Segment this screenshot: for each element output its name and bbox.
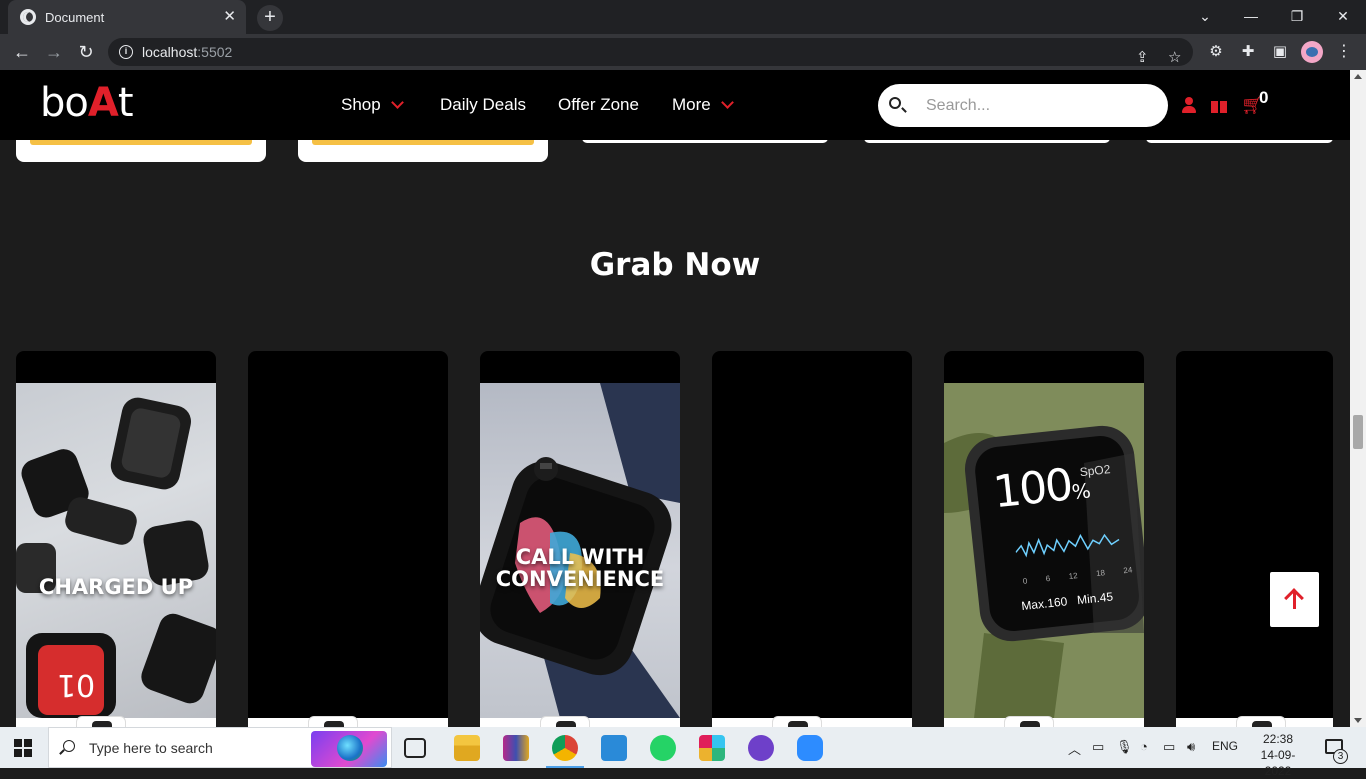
clock-time: 22:38 (1262, 732, 1294, 746)
video-card[interactable]: 100% SpO2 0 6 12 18 24 Max.160 Min.45 (944, 351, 1144, 727)
product-card-bottom (16, 140, 266, 162)
new-tab-button[interactable]: + (257, 5, 283, 31)
address-bar[interactable]: i localhost:5502 ⇪ ☆ (108, 38, 1193, 66)
page-scrollbar[interactable] (1350, 70, 1366, 727)
nav-more-label: More (672, 95, 711, 114)
extension-gear-icon[interactable]: ⚙ (1206, 42, 1226, 62)
meet-now-icon[interactable]: ▭ (1092, 739, 1104, 755)
side-panel-icon[interactable]: ▣ (1270, 42, 1290, 62)
search-highlight-image (311, 731, 387, 767)
profile-avatar[interactable] (1301, 41, 1323, 63)
watch-axis: 0 6 12 18 24 (1022, 565, 1133, 586)
share-icon[interactable]: ⇪ (1136, 44, 1149, 72)
page-viewport: boAt Shop Daily Deals Offer Zone More 🛒︎… (0, 70, 1350, 727)
video-caption-line2: CONVENIENCE (495, 567, 665, 591)
restore-button[interactable]: ❐ (1274, 0, 1320, 34)
site-navbar: boAt Shop Daily Deals Offer Zone More 🛒︎… (0, 70, 1350, 140)
taskbar-search[interactable]: Type here to search (48, 727, 392, 768)
whatsapp-icon[interactable] (650, 735, 676, 761)
browser-toolbar: ← → ↻ i localhost:5502 ⇪ ☆ ⚙ ✚ ▣ ⋮ (0, 34, 1366, 70)
reload-icon[interactable]: ↻ (73, 39, 99, 65)
minimize-button[interactable]: — (1228, 0, 1274, 34)
slack-icon[interactable] (699, 735, 725, 761)
smartwatch-image: 01 (16, 383, 216, 718)
microphone-icon[interactable]: 🎙︎ (1116, 739, 1133, 755)
scrollbar-thumb[interactable] (1353, 415, 1363, 449)
chevron-down-icon (720, 95, 734, 109)
browser-tab[interactable]: Document ✕ (8, 0, 246, 34)
search-box (878, 84, 1168, 127)
notification-count: 3 (1333, 749, 1348, 764)
vscode-icon[interactable] (601, 735, 627, 761)
url-port: :5502 (197, 44, 233, 60)
clock-date: 14-09-2022 (1260, 748, 1296, 778)
section-heading: Grab Now (589, 247, 761, 283)
zoom-icon[interactable] (797, 735, 823, 761)
watch-min: Min.45 (1076, 589, 1114, 608)
url-host: localhost (142, 44, 198, 60)
boat-logo[interactable]: boAt (40, 80, 134, 126)
watch-label: SpO2 (1079, 462, 1112, 480)
gift-icon[interactable] (1210, 96, 1228, 114)
battery-icon[interactable]: ▭ (1163, 739, 1175, 755)
video-card[interactable] (712, 351, 912, 727)
tab-close-icon[interactable]: ✕ (223, 8, 236, 26)
tray-chevron-up-icon[interactable]: ︿ (1068, 739, 1081, 758)
chrome-icon[interactable] (546, 735, 584, 768)
product-thumbnail[interactable] (540, 716, 590, 727)
product-thumbnail[interactable] (772, 716, 822, 727)
product-thumbnail[interactable] (1236, 716, 1286, 727)
windows-taskbar: Type here to search ︿ ▭ 🎙︎ ◔ ▭ 🔊︎ ENG 22… (0, 727, 1366, 778)
extensions-puzzle-icon[interactable]: ✚ (1238, 42, 1258, 62)
wifi-icon[interactable]: ◔ (1140, 739, 1148, 754)
user-icon[interactable] (1180, 96, 1198, 114)
language-indicator[interactable]: ENG (1212, 739, 1238, 753)
winrar-icon[interactable] (503, 735, 529, 761)
watch-value: 100% (990, 459, 1090, 519)
video-card[interactable] (248, 351, 448, 727)
search-icon[interactable] (889, 97, 901, 109)
svg-text:01: 01 (57, 667, 95, 702)
file-explorer-icon[interactable] (454, 735, 480, 761)
product-thumbnail[interactable] (308, 716, 358, 727)
product-card-bottom (298, 140, 548, 162)
nav-shop-label: Shop (341, 95, 381, 114)
chevron-down-icon (390, 95, 404, 109)
nav-offer-zone[interactable]: Offer Zone (558, 95, 639, 115)
product-thumbnail[interactable] (1004, 716, 1054, 727)
browser-menu-icon[interactable]: ⋮ (1336, 41, 1352, 63)
window-close-button[interactable]: ✕ (1320, 0, 1366, 34)
site-info-icon[interactable]: i (119, 45, 133, 59)
nav-daily-deals-label: Daily Deals (440, 95, 526, 114)
forward-arrow-icon[interactable]: → (41, 39, 67, 65)
tab-search-icon[interactable]: ⌄ (1182, 0, 1228, 34)
bookmark-star-icon[interactable]: ☆ (1168, 44, 1181, 72)
video-card[interactable] (1176, 351, 1333, 727)
browser-tab-bar: Document ✕ + ⌄ — ❐ ✕ (0, 0, 1366, 34)
video-caption-line1: CALL WITH (515, 545, 645, 569)
search-input[interactable] (926, 94, 1146, 118)
taskbar-search-text: Type here to search (89, 740, 213, 756)
video-card[interactable]: 01 CHARGED UP (16, 351, 216, 727)
nav-shop[interactable]: Shop (341, 95, 404, 115)
windows-start-icon[interactable] (14, 739, 32, 757)
task-view-icon[interactable] (404, 738, 426, 758)
scroll-to-top-button[interactable] (1270, 572, 1319, 627)
nav-daily-deals[interactable]: Daily Deals (440, 95, 526, 115)
taskbar-clock[interactable]: 22:38 14-09-2022 (1248, 731, 1308, 779)
cart-icon[interactable]: 🛒︎ (1241, 96, 1264, 114)
github-desktop-icon[interactable] (748, 735, 774, 761)
video-card[interactable]: CALL WITH CONVENIENCE (480, 351, 680, 727)
watch-max: Max.160 (1020, 594, 1068, 614)
globe-icon (20, 9, 36, 25)
search-icon (63, 740, 75, 752)
nav-more[interactable]: More (672, 95, 734, 115)
nav-offer-zone-label: Offer Zone (558, 95, 639, 114)
product-thumbnail[interactable] (76, 716, 126, 727)
cart-count-badge: 0 (1259, 88, 1269, 107)
back-arrow-icon[interactable]: ← (9, 39, 35, 65)
video-caption: CHARGED UP (38, 575, 194, 599)
volume-icon[interactable]: 🔊︎ (1187, 739, 1195, 755)
tab-title: Document (45, 9, 105, 25)
